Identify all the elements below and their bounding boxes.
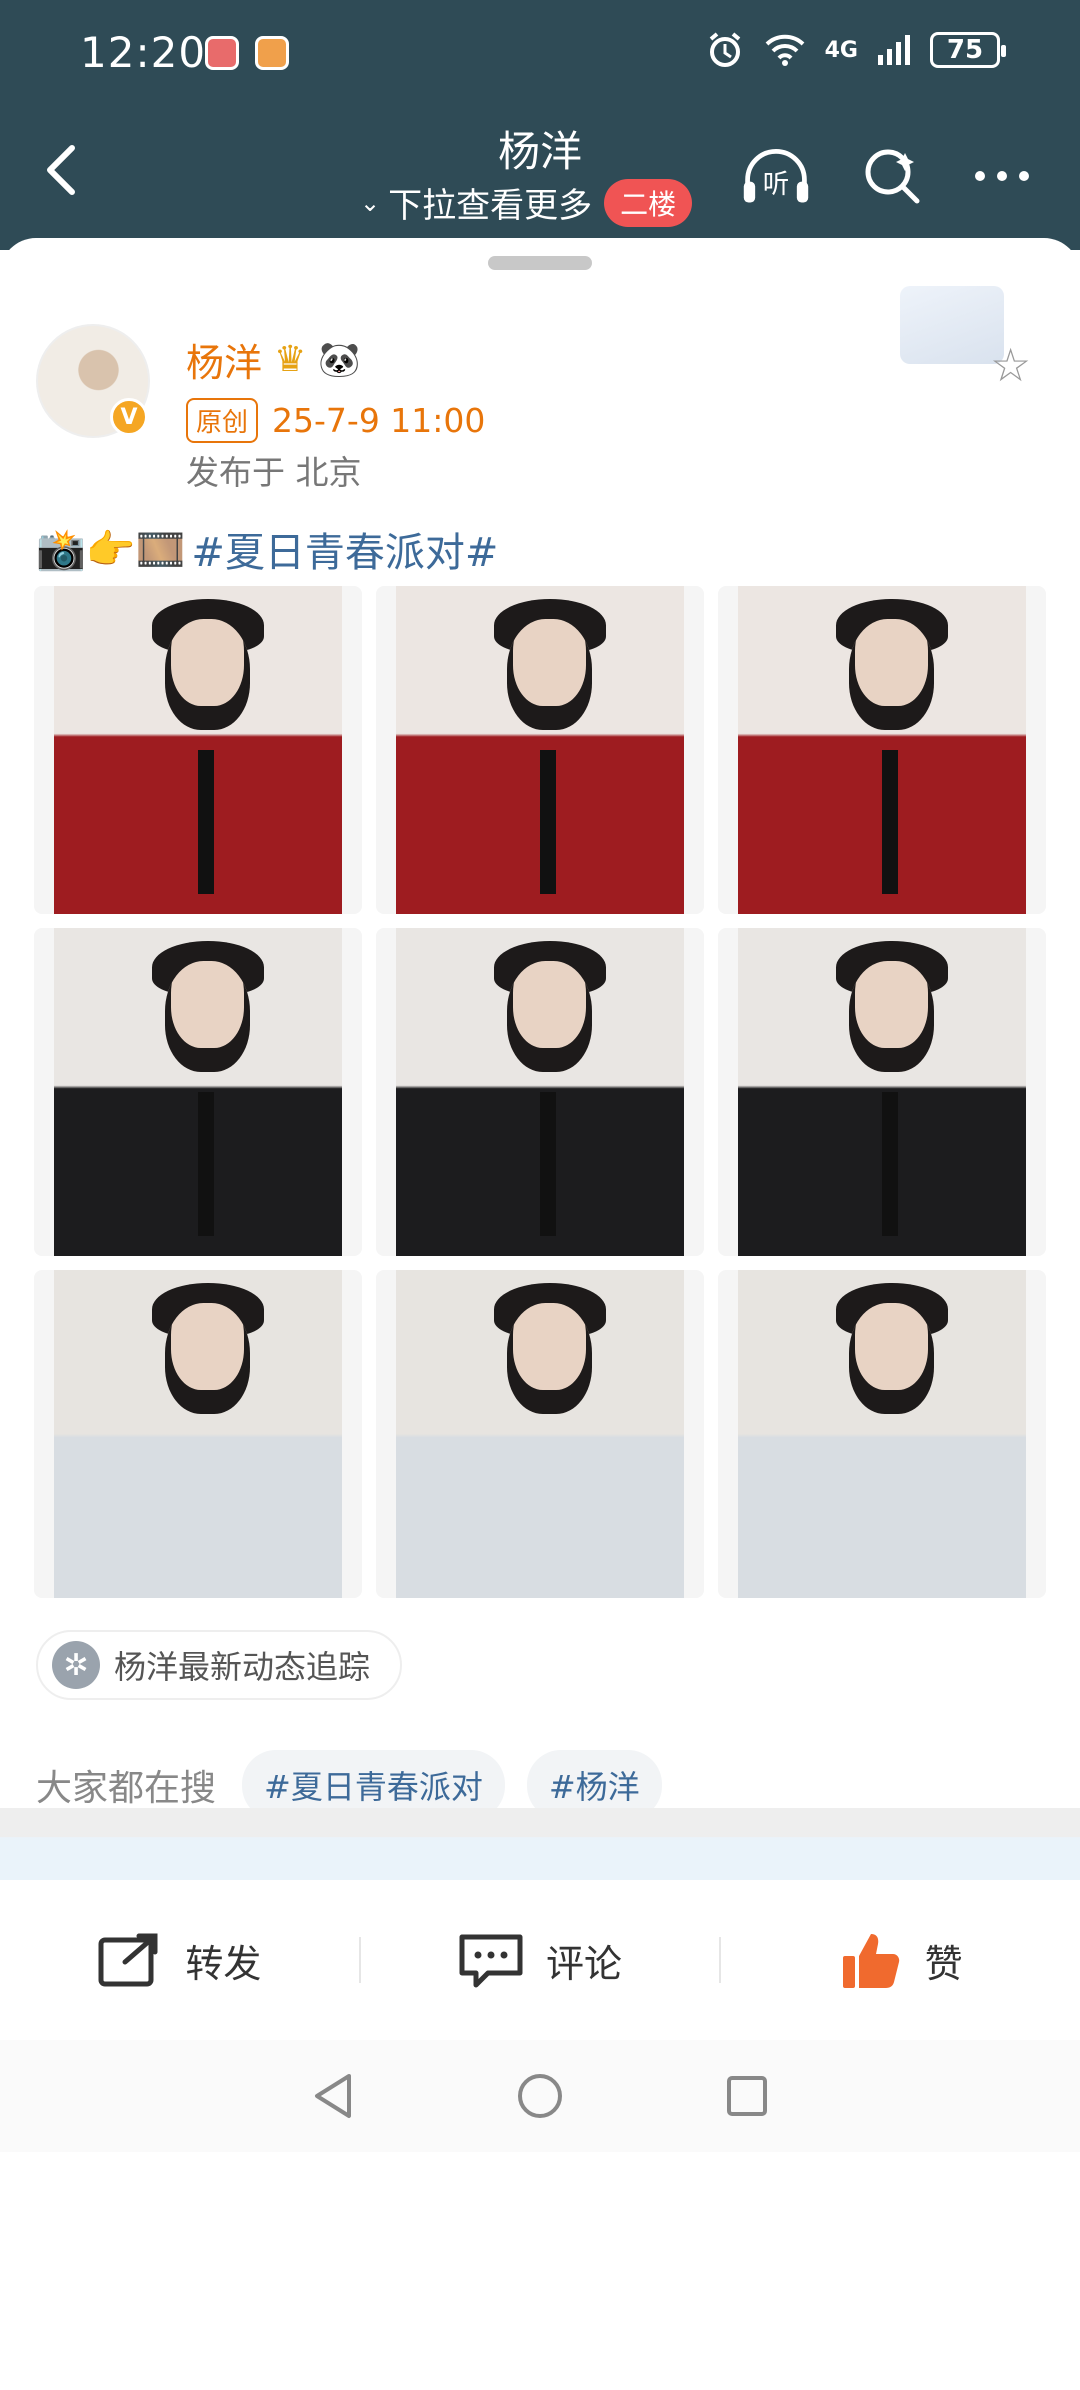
- repost-label: 转发: [185, 1941, 262, 1986]
- photo-figure-tie: [540, 750, 557, 895]
- photo-figure-tie: [198, 750, 215, 895]
- post-action-bar: 转发 评论 赞: [0, 1880, 1080, 2040]
- post-hashtag[interactable]: #夏日青春派对#: [191, 520, 498, 578]
- post-date: 25-7-9 11:00: [272, 401, 486, 440]
- nav-back-triangle-icon[interactable]: [311, 2072, 355, 2120]
- repost-icon: [98, 1933, 158, 1987]
- photo-figure-tie: [882, 750, 899, 895]
- photo-figure-face: [849, 618, 935, 731]
- post-photo[interactable]: [376, 1270, 704, 1598]
- drag-handle[interactable]: [488, 256, 592, 270]
- photo-figure-tie: [198, 1092, 215, 1237]
- photo-figure-tie: [882, 1092, 899, 1237]
- section-divider: [0, 1808, 1080, 1880]
- photo-grid: [34, 586, 1046, 1598]
- favorite-star-icon[interactable]: ☆: [990, 338, 1031, 392]
- post-photo[interactable]: [34, 1270, 362, 1598]
- repost-button[interactable]: 转发: [0, 1932, 359, 1988]
- search-button[interactable]: [856, 140, 928, 212]
- author-name[interactable]: 杨洋: [186, 332, 262, 387]
- post-photo[interactable]: [34, 586, 362, 914]
- comment-icon: [459, 1934, 523, 1988]
- notification-app-icon: [205, 36, 239, 70]
- photo-figure-face: [507, 1302, 593, 1415]
- photo-figure-face: [849, 1302, 935, 1415]
- post-text: 📸👉🎞️ #夏日青春派对#: [36, 520, 498, 578]
- tracking-chip[interactable]: ✲ 杨洋最新动态追踪: [36, 1630, 403, 1700]
- decorative-sticker: [900, 286, 1004, 364]
- photo-figure-face: [165, 1302, 251, 1415]
- photo-figure-tie: [540, 1092, 557, 1237]
- like-button[interactable]: 赞: [721, 1928, 1080, 1992]
- status-bar: 12:20 4G 75: [0, 0, 1080, 110]
- battery-indicator: 75: [930, 32, 1006, 68]
- post-meta: 原创 25-7-9 11:00: [186, 398, 485, 443]
- nav-recents-square-icon[interactable]: [725, 2074, 769, 2118]
- network-type: 4G: [824, 37, 858, 63]
- panda-icon: 🐼: [318, 339, 361, 380]
- status-time: 12:20: [80, 28, 207, 77]
- post-emojis: 📸👉🎞️: [36, 526, 186, 573]
- pull-down-hint[interactable]: ⌄ 下拉查看更多 二楼: [360, 178, 693, 227]
- more-button[interactable]: [966, 140, 1038, 212]
- photo-figure-face: [165, 618, 251, 731]
- original-badge: 原创: [186, 398, 259, 443]
- photo-figure-face: [849, 960, 935, 1073]
- status-indicators: 4G 75: [705, 30, 1006, 70]
- second-floor-badge: 二楼: [604, 178, 693, 227]
- comment-label: 评论: [546, 1941, 623, 1986]
- trending-search-label: 大家都在搜: [36, 1768, 217, 1809]
- post-photo[interactable]: [718, 586, 1046, 914]
- post-photo[interactable]: [718, 1270, 1046, 1598]
- comment-button[interactable]: 评论: [361, 1931, 720, 1989]
- thumbs-up-icon: [842, 1934, 899, 1988]
- post-location: 发布于 北京: [186, 453, 362, 492]
- photo-figure-face: [507, 618, 593, 731]
- headphones-icon: 听: [743, 149, 809, 203]
- pull-down-hint-label: 下拉查看更多: [388, 186, 593, 226]
- photo-figure-face: [507, 960, 593, 1073]
- more-dots-icon: [975, 171, 1029, 181]
- system-navigation-bar: [0, 2040, 1080, 2152]
- post-photo[interactable]: [34, 928, 362, 1256]
- aperture-icon: ✲: [52, 1641, 100, 1689]
- verified-badge-icon: V: [110, 398, 148, 436]
- listen-label: 听: [763, 169, 790, 200]
- alarm-icon: [709, 32, 740, 67]
- post-photo[interactable]: [376, 586, 704, 914]
- chevron-down-icon: ⌄: [360, 188, 381, 217]
- post-photo[interactable]: [718, 928, 1046, 1256]
- nav-home-circle-icon[interactable]: [516, 2072, 564, 2120]
- wifi-icon: [765, 34, 805, 66]
- notification-app-icon: [255, 36, 289, 70]
- signal-icon: [878, 35, 910, 65]
- crown-icon: ♛: [274, 339, 307, 380]
- search-icon: [865, 149, 920, 204]
- author-name-row[interactable]: 杨洋 ♛ 🐼: [186, 332, 361, 387]
- like-label: 赞: [924, 1941, 963, 1986]
- photo-figure-face: [165, 960, 251, 1073]
- listen-button[interactable]: 听: [740, 140, 812, 212]
- tracking-chip-label: 杨洋最新动态追踪: [114, 1648, 371, 1686]
- post-photo[interactable]: [376, 928, 704, 1256]
